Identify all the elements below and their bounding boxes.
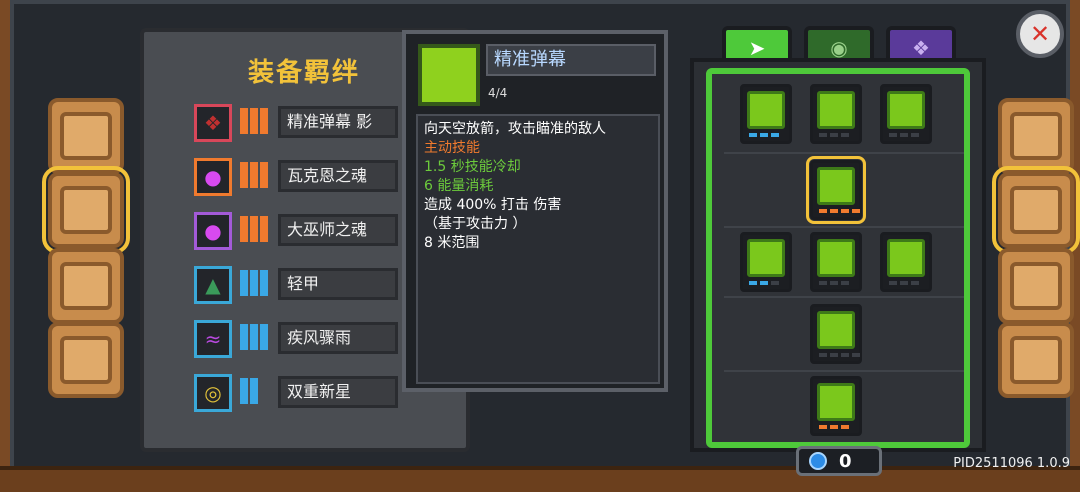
bond-name: 精准弹幕 影 [278,106,398,138]
skill-level: 4/4 [488,86,508,100]
skill-point-value: 0 [839,450,852,472]
skill-node-arrow[interactable] [740,232,792,292]
bond-item-3[interactable]: ● 大巫师之魂 [194,212,404,252]
shield-icon [887,239,925,277]
skill-description: 向天空放箭，攻击瞄准的敌人 主动技能 1.5 秒技能冷却 6 能量消耗 造成 4… [416,114,660,384]
bond-item-1[interactable]: ❖ 精准弹幕 影 [194,104,404,144]
leaf-icon: ◉ [830,36,848,60]
close-icon: ✕ [1029,20,1051,48]
barrage-icon [817,167,855,205]
ring-icon [747,91,785,129]
helmet-icon [1010,112,1062,160]
skill-node-leaf[interactable] [810,84,862,144]
desc-line: 向天空放箭，攻击瞄准的敌人 [424,121,606,137]
armor-icon: ▲ [194,266,232,304]
desc-line: 造成 400% 打击 伤害 [424,197,562,213]
skill-menu-button[interactable] [992,166,1080,254]
leaf-skill-icon [817,91,855,129]
plus-icon [887,91,925,129]
bond-menu-button[interactable] [42,166,130,254]
node-pips [749,281,779,285]
row-divider [724,226,964,228]
book-menu-button[interactable] [48,98,124,174]
skill-tree-panel [690,58,986,452]
bond-item-6[interactable]: ◎ 双重新星 [194,374,404,414]
hero-menu-button[interactable] [998,98,1074,174]
skill-node-shield[interactable] [880,232,932,292]
skill-node-heal[interactable] [880,84,932,144]
bond-name: 轻甲 [278,268,398,300]
bond-level-bars [240,270,268,300]
node-pips [749,133,779,137]
desc-line: 主动技能 [424,140,480,156]
beam-icon [817,311,855,349]
dark-flame-icon: ❖ [194,104,232,142]
bond-level-bars [240,216,268,246]
skill-tree [706,68,970,448]
desc-line: 1.5 秒技能冷却 [424,159,521,175]
bond-level-bars [240,378,258,408]
desc-line: 8 米范围 [424,235,480,251]
gear-icon [1010,336,1062,384]
paw-icon [60,262,112,310]
bond-name: 双重新星 [278,376,398,408]
paw-menu-button[interactable] [48,248,124,324]
bond-level-bars [240,162,268,192]
skill-point-icon [809,452,827,470]
tornado-icon: ≈ [194,320,232,358]
skill-tooltip: 精准弹幕 4/4 向天空放箭，攻击瞄准的敌人 主动技能 1.5 秒技能冷却 6 … [402,30,668,392]
purple-flame-icon: ● [194,158,232,196]
skill-node-nature[interactable] [810,376,862,436]
node-pips [819,133,849,137]
settings-menu-button[interactable] [998,322,1074,398]
bond-item-2[interactable]: ● 瓦克恩之魂 [194,158,404,198]
skill-title: 精准弹幕 [486,44,656,76]
node-pips [819,281,849,285]
node-pips [819,425,849,429]
rune-icon: ❖ [912,36,930,60]
close-button[interactable]: ✕ [1016,10,1064,58]
desc-line: 6 能量消耗 [424,178,494,194]
swords-icon [1010,186,1062,234]
star-icon [1010,262,1062,310]
arrow-skill-icon [747,239,785,277]
skill-node-barrage[interactable] [806,156,866,224]
helm-menu-button[interactable] [48,322,124,398]
bond-level-bars [240,108,268,138]
nature-icon [817,383,855,421]
row-divider [724,370,964,372]
bond-item-5[interactable]: ≈ 疾风骤雨 [194,320,404,360]
skill-node-target[interactable] [810,232,862,292]
wheel-icon [60,336,112,384]
row-divider [724,152,964,154]
bow-icon: ➤ [748,36,766,60]
bond-name: 瓦克恩之魂 [278,160,398,192]
book-icon [60,112,112,160]
bond-level-bars [240,324,268,354]
target-icon [817,239,855,277]
row-divider [724,296,964,298]
talent-menu-button[interactable] [998,248,1074,324]
nova-icon: ◎ [194,374,232,412]
skill-point-counter: 0 [796,446,882,476]
node-pips [819,209,860,213]
purple-flame-icon: ● [194,212,232,250]
node-pips [819,353,860,357]
node-pips [889,281,919,285]
node-pips [889,133,919,137]
bond-name: 大巫师之魂 [278,214,398,246]
skill-node-ring[interactable] [740,84,792,144]
bond-name: 疾风骤雨 [278,322,398,354]
skill-icon [418,44,480,106]
skill-node-beam[interactable] [810,304,862,364]
desc-line: （基于攻击力 ） [424,216,527,232]
version-label: PID2511096 1.0.9 [953,456,1070,471]
bond-item-4[interactable]: ▲ 轻甲 [194,266,404,306]
floor-bar [0,466,1080,492]
chest-icon [60,186,112,234]
